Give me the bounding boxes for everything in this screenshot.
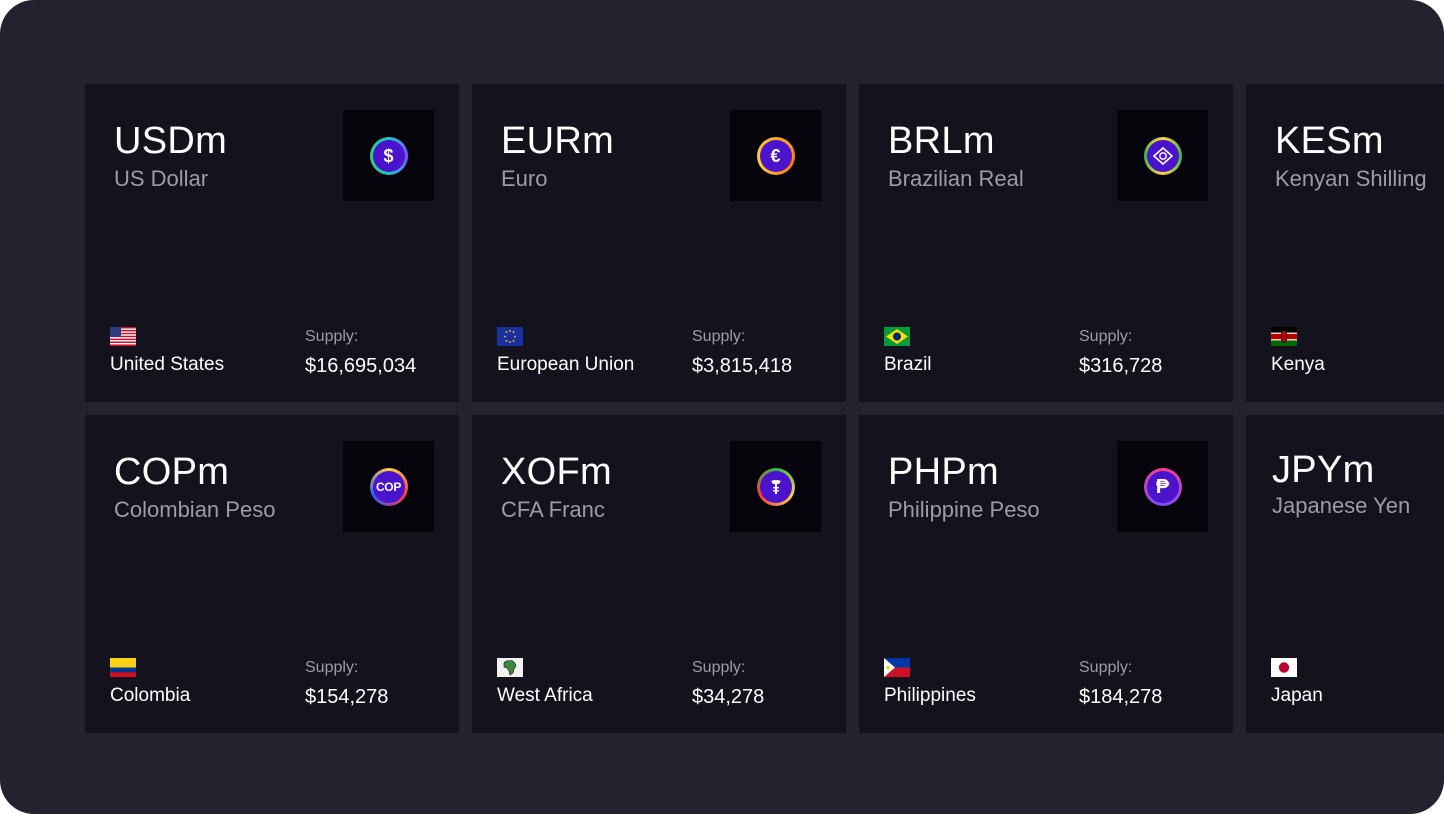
west-africa-flag-icon (497, 658, 523, 677)
card-copm[interactable]: COPm Colombian Peso COP Colombia Supply:… (85, 415, 459, 733)
currency-code: EURm (501, 120, 615, 162)
cop-coin-icon: COP (343, 441, 434, 532)
supply-value: $154,278 (305, 686, 389, 708)
app-frame: USDm US Dollar $ United States Supply: $… (0, 0, 1444, 814)
currency-name: Philippine Peso (888, 497, 1040, 522)
currency-name: Colombian Peso (114, 497, 276, 522)
currency-code: PHPm (888, 451, 999, 493)
currency-name: CFA Franc (501, 497, 605, 522)
currency-name: Japanese Yen (1272, 493, 1411, 518)
card-usdm[interactable]: USDm US Dollar $ United States Supply: $… (85, 84, 459, 402)
supply-label: Supply: (692, 659, 746, 676)
peso-coin-icon: ₱ (1117, 441, 1208, 532)
cfa-coin-icon (730, 441, 821, 532)
card-xofm[interactable]: XOFm CFA Franc West Africa Supply: $34,2… (472, 415, 846, 733)
supply-value: $34,278 (692, 686, 765, 708)
currency-code: XOFm (501, 451, 612, 493)
us-flag-icon (110, 327, 136, 346)
japan-flag-icon (1271, 658, 1297, 677)
kenya-flag-icon (1271, 327, 1297, 346)
currency-code: BRLm (888, 120, 995, 162)
country-name: West Africa (497, 685, 593, 706)
supply-label: Supply: (305, 328, 359, 345)
card-eurm[interactable]: EURm Euro € European Union Supply: $3,81… (472, 84, 846, 402)
supply-label: Supply: (1079, 659, 1133, 676)
supply-label: Supply: (692, 328, 746, 345)
country-name: Brazil (884, 354, 932, 375)
country-name: United States (110, 354, 225, 375)
supply-value: $3,815,418 (692, 355, 793, 377)
country-name: Colombia (110, 685, 191, 706)
currency-code: COPm (114, 451, 230, 493)
currency-name: Euro (501, 166, 548, 191)
currency-name: Brazilian Real (888, 166, 1024, 191)
cop-coin-label: COP (372, 470, 405, 503)
peso-coin-label: ₱ (1146, 470, 1179, 503)
currency-code: USDm (114, 120, 228, 162)
country-name: Japan (1271, 685, 1323, 706)
colombia-flag-icon (110, 658, 136, 677)
euro-coin-icon: € (730, 110, 821, 201)
dollar-coin-icon: $ (343, 110, 434, 201)
eu-flag-icon (497, 327, 523, 346)
supply-value: $184,278 (1079, 686, 1163, 708)
real-coin-icon (1117, 110, 1208, 201)
card-brlm[interactable]: BRLm Brazilian Real Brazil Supply: $316,… (859, 84, 1233, 402)
country-name: Kenya (1271, 354, 1325, 375)
card-phpm[interactable]: PHPm Philippine Peso ₱ Philippines Suppl… (859, 415, 1233, 733)
currency-code: JPYm (1272, 449, 1375, 491)
philippines-flag-icon (884, 658, 910, 677)
currency-name: Kenyan Shilling (1275, 166, 1427, 191)
supply-value: $316,728 (1079, 355, 1163, 377)
supply-label: Supply: (1079, 328, 1133, 345)
supply-value: $16,695,034 (305, 355, 417, 377)
country-name: European Union (497, 354, 635, 375)
currency-code: KESm (1275, 120, 1384, 162)
country-name: Philippines (884, 685, 976, 706)
currency-name: US Dollar (114, 166, 209, 191)
supply-label: Supply: (305, 659, 359, 676)
brazil-flag-icon (884, 327, 910, 346)
stablecoin-grid: USDm US Dollar $ United States Supply: $… (85, 84, 1444, 733)
card-kesm[interactable]: KESm Kenyan Shilling Kenya (1246, 84, 1444, 402)
card-jpym[interactable]: JPYm Japanese Yen Japan (1246, 415, 1444, 733)
